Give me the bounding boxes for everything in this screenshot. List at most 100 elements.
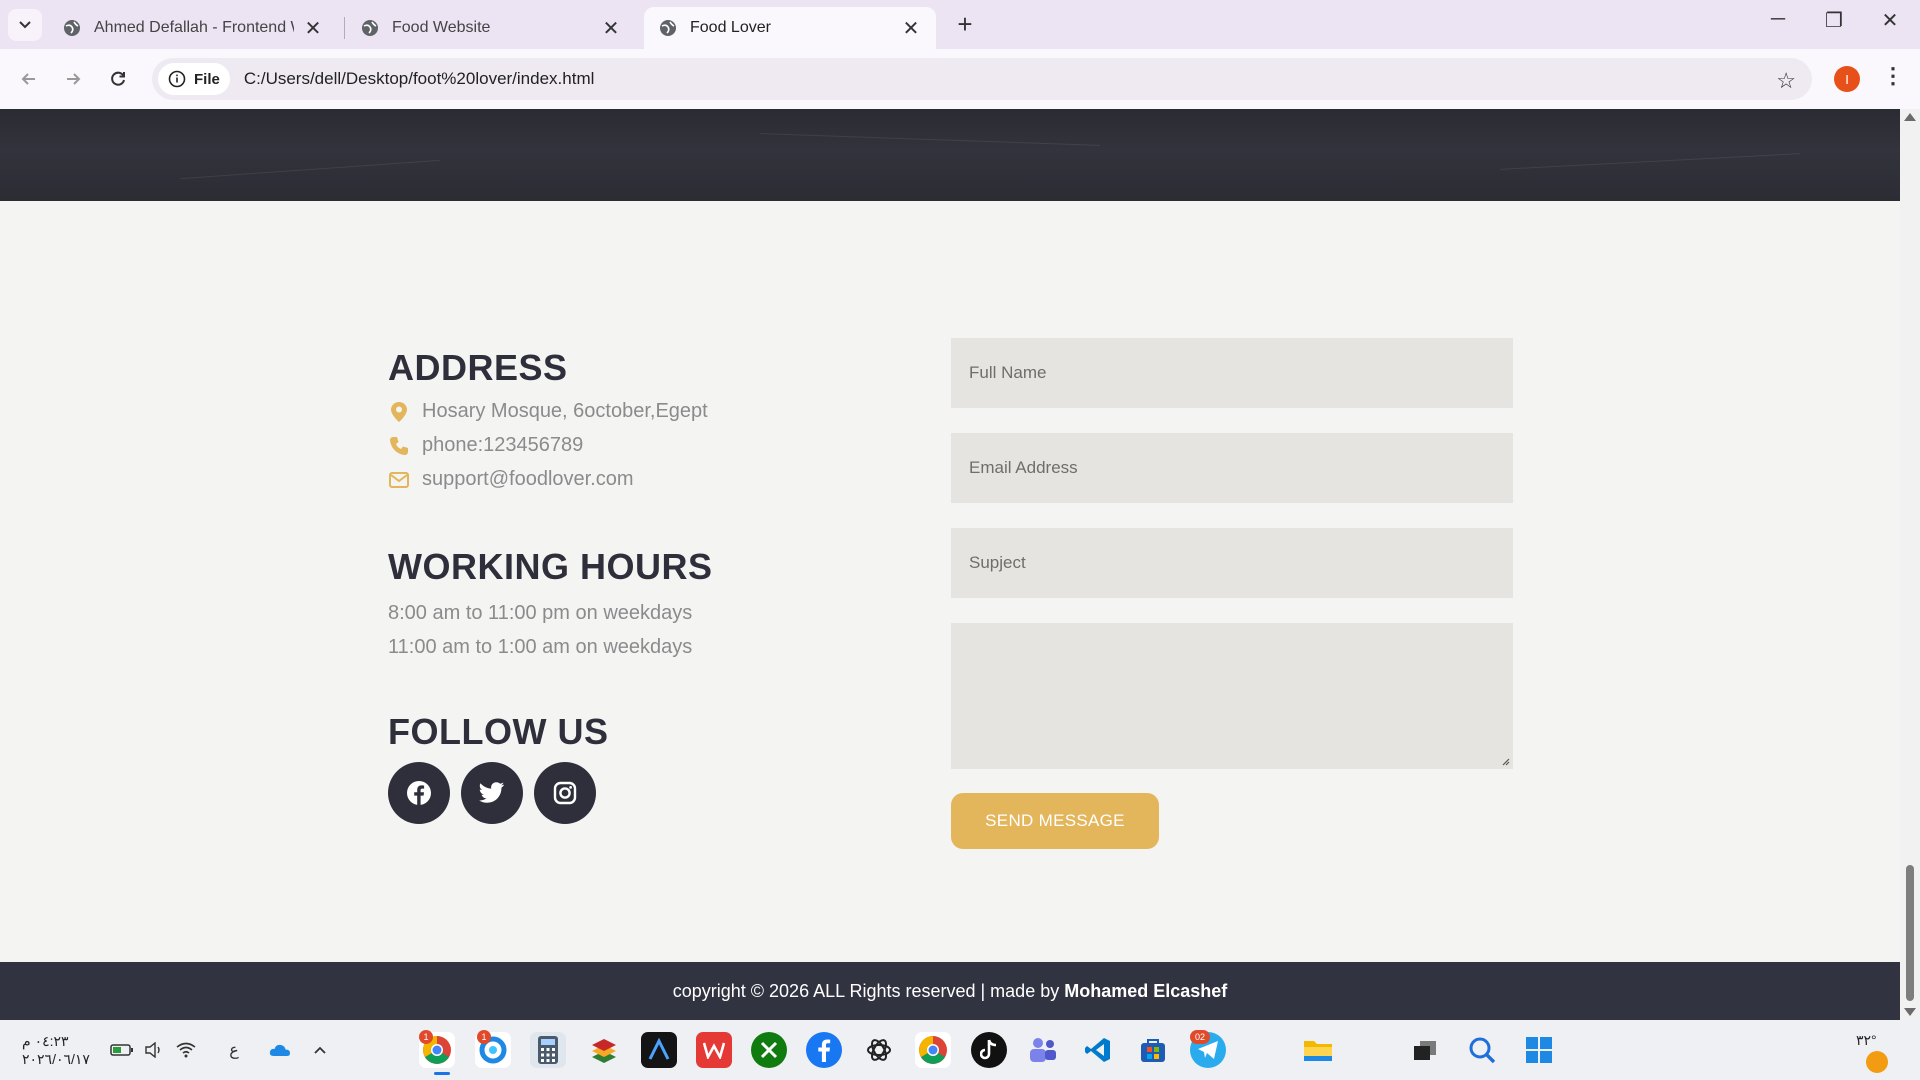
info-icon — [168, 70, 186, 88]
tab-ahmed-defallah[interactable]: Ahmed Defallah - Frontend We ✕ — [48, 7, 338, 49]
subject-input[interactable] — [951, 528, 1513, 598]
new-tab-button[interactable]: + — [950, 10, 980, 38]
close-tab-icon[interactable]: ✕ — [900, 16, 922, 41]
author-name: Mohamed Elcashef — [1064, 980, 1228, 1001]
input-language[interactable]: ع — [222, 1038, 246, 1062]
resize-handle-icon[interactable] — [1500, 756, 1510, 766]
message-textarea[interactable] — [951, 623, 1513, 769]
social-links — [388, 762, 596, 824]
notification-badge: 02 — [1190, 1030, 1210, 1044]
notification-badge: 1 — [419, 1030, 433, 1044]
file-label: File — [194, 70, 220, 88]
system-clock[interactable]: ٠٤:٢٣ م ٢٠٢٦/٠٦/١٧ — [22, 1032, 90, 1068]
reload-button[interactable] — [103, 64, 133, 94]
map-pin-icon — [388, 401, 410, 423]
more-menu-icon[interactable]: ⋮ — [1882, 63, 1904, 89]
site-info-chip[interactable]: File — [158, 63, 230, 95]
tiktok-app-icon[interactable] — [971, 1032, 1007, 1068]
xbox-app-icon[interactable] — [751, 1032, 787, 1068]
hours-line: 11:00 am to 1:00 am on weekdays — [388, 636, 693, 658]
instagram-link[interactable] — [534, 762, 596, 824]
bookmark-star-icon[interactable]: ☆ — [1776, 68, 1796, 94]
clock-date: ٢٠٢٦/٠٦/١٧ — [22, 1051, 90, 1067]
instagram-icon — [553, 781, 577, 805]
phone-line: phone:123456789 — [388, 434, 583, 457]
vscode-app-icon[interactable] — [1080, 1032, 1116, 1068]
windows-start-icon[interactable] — [1521, 1032, 1557, 1068]
omnibox[interactable]: File C:/Users/dell/Desktop/foot%20lover/… — [152, 58, 1812, 100]
facebook-icon — [407, 781, 431, 805]
weather-widget[interactable]: ٣٢° — [1856, 1032, 1888, 1073]
close-window-button[interactable]: ✕ — [1870, 8, 1910, 33]
envelope-icon — [388, 469, 410, 491]
minimize-button[interactable]: ─ — [1758, 8, 1798, 31]
active-app-indicator — [434, 1072, 450, 1075]
file-explorer-app-icon[interactable] — [1300, 1032, 1336, 1068]
address-heading: ADDRESS — [388, 347, 568, 388]
wps-office-app-icon[interactable] — [696, 1032, 732, 1068]
teams-app-icon[interactable] — [1025, 1032, 1061, 1068]
facebook-link[interactable] — [388, 762, 450, 824]
tab-separator — [344, 17, 345, 39]
close-tab-icon[interactable]: ✕ — [600, 16, 622, 41]
tab-title: Food Website — [392, 19, 491, 36]
address-toolbar: File C:/Users/dell/Desktop/foot%20lover/… — [0, 49, 1920, 109]
working-hours-heading: WORKING HOURS — [388, 546, 713, 587]
scroll-up-arrow-icon[interactable] — [1904, 113, 1916, 121]
email-line: support@foodlover.com — [388, 468, 634, 491]
arc-app-icon[interactable] — [641, 1032, 677, 1068]
phone-text: phone:123456789 — [422, 434, 584, 456]
tab-title: Food Lover — [690, 19, 771, 36]
email-input[interactable] — [951, 433, 1513, 503]
full-name-input[interactable] — [951, 338, 1513, 408]
page-footer: copyright © 2026 ALL Rights reserved | m… — [0, 962, 1900, 1020]
profile-avatar[interactable]: I — [1834, 66, 1860, 92]
task-view-icon[interactable] — [1407, 1032, 1443, 1068]
scroll-down-arrow-icon[interactable] — [1904, 1008, 1916, 1016]
browser-tab-strip: Ahmed Defallah - Frontend We ✕ Food Webs… — [0, 0, 1920, 49]
follow-us-heading: FOLLOW US — [388, 711, 609, 752]
speaker-icon[interactable] — [142, 1038, 166, 1062]
arrow-right-icon — [67, 73, 81, 85]
page-viewport: ADDRESS Hosary Mosque, 6october,Egept ph… — [0, 109, 1900, 1020]
close-tab-icon[interactable]: ✕ — [302, 16, 324, 41]
url-text[interactable]: C:/Users/dell/Desktop/foot%20lover/index… — [244, 69, 595, 89]
twitter-link[interactable] — [461, 762, 523, 824]
microsoft-store-app-icon[interactable] — [1135, 1032, 1171, 1068]
forward-button[interactable] — [58, 64, 88, 94]
back-button[interactable] — [14, 64, 44, 94]
globe-icon — [660, 20, 676, 36]
email-text: support@foodlover.com — [422, 468, 634, 490]
scrollbar-thumb[interactable] — [1906, 865, 1914, 1001]
calculator-app-icon[interactable] — [530, 1032, 566, 1068]
send-message-button[interactable]: SEND MESSAGE — [951, 793, 1159, 849]
restore-button[interactable]: ❐ — [1814, 8, 1854, 33]
tab-search-button[interactable] — [8, 9, 42, 41]
chrome-alt-app-icon[interactable] — [915, 1032, 951, 1068]
chevron-down-icon — [19, 21, 31, 29]
battery-icon[interactable] — [110, 1038, 134, 1062]
phone-icon — [388, 435, 410, 457]
texture-line — [180, 159, 440, 180]
hero-image-strip — [0, 109, 1900, 201]
weather-sun-icon — [1866, 1051, 1888, 1073]
tab-food-lover[interactable]: Food Lover ✕ — [644, 7, 936, 49]
onedrive-icon[interactable] — [268, 1038, 292, 1062]
tab-title: Ahmed Defallah - Frontend We — [94, 19, 294, 36]
notification-badge: 1 — [477, 1030, 491, 1044]
weather-temperature: ٣٢° — [1856, 1032, 1877, 1048]
chevron-up-icon[interactable] — [308, 1038, 332, 1062]
arrow-left-icon — [21, 73, 35, 85]
address-line: Hosary Mosque, 6october,Egept — [388, 400, 708, 423]
chatgpt-app-icon[interactable] — [861, 1032, 897, 1068]
bluestacks-app-icon[interactable] — [586, 1032, 622, 1068]
search-icon[interactable] — [1464, 1032, 1500, 1068]
address-text: Hosary Mosque, 6october,Egept — [422, 400, 708, 422]
tab-food-website[interactable]: Food Website ✕ — [346, 7, 636, 49]
twitter-icon — [479, 782, 504, 803]
wifi-icon[interactable] — [174, 1038, 198, 1062]
clock-time: ٠٤:٢٣ م — [22, 1033, 69, 1049]
reload-icon — [111, 71, 125, 86]
page-scrollbar[interactable] — [1900, 109, 1920, 1020]
facebook-app-icon[interactable] — [806, 1032, 842, 1068]
